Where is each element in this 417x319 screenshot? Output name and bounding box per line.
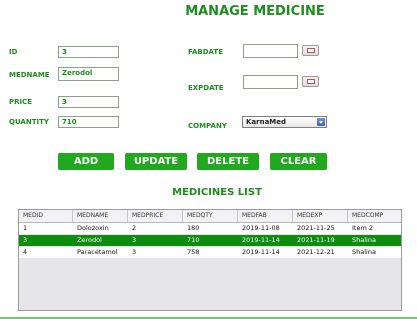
table-cell: Shalina xyxy=(352,248,376,256)
expdate-label: EXPDATE xyxy=(188,84,224,92)
delete-button[interactable]: DELETE xyxy=(197,153,259,170)
table-cell: Shalina xyxy=(352,236,376,244)
table-cell: Paracetamol xyxy=(77,248,118,256)
column-header[interactable]: MEDID xyxy=(19,210,73,222)
calendar-icon xyxy=(307,79,315,84)
price-label: PRICE xyxy=(9,98,33,106)
company-select-value: KarnaMed xyxy=(246,118,287,126)
table-cell: 2021-11-25 xyxy=(297,224,335,232)
fabdate-calendar-button[interactable] xyxy=(302,45,319,56)
table-cell: 2021-11-19 xyxy=(297,236,335,244)
table-cell: 180 xyxy=(187,224,200,232)
table-cell: Zerodol xyxy=(77,236,102,244)
table-cell: 4 xyxy=(23,248,28,256)
column-header[interactable]: MEDCOMP xyxy=(348,210,402,222)
quantity-label: QUANTITY xyxy=(9,118,49,126)
column-header[interactable]: MEDNAME xyxy=(73,210,128,222)
quantity-field[interactable]: 710 xyxy=(58,116,119,128)
table-cell: 3 xyxy=(23,236,28,244)
expdate-calendar-button[interactable] xyxy=(302,76,319,87)
company-label: COMPANY xyxy=(188,122,227,130)
column-header[interactable]: MEDEXP xyxy=(293,210,348,222)
table-cell: 758 xyxy=(187,248,200,256)
expdate-field[interactable] xyxy=(243,75,298,89)
medicines-table[interactable]: MEDID MEDNAME MEDPRICE MEDQTY MEDFAB MED… xyxy=(18,209,402,311)
table-cell: 2019-11-14 xyxy=(242,236,280,244)
table-cell: Dolozoxin xyxy=(77,224,109,232)
table-cell: 2021-12-21 xyxy=(297,248,335,256)
table-row-selected[interactable]: 3 Zerodol 3 710 2019-11-14 2021-11-19 Sh… xyxy=(19,235,401,246)
table-cell: 3 xyxy=(132,236,137,244)
price-field[interactable]: 3 xyxy=(58,96,119,108)
page-title: MANAGE MEDICINE xyxy=(185,4,325,19)
clear-button[interactable]: CLEAR xyxy=(270,153,327,170)
add-button[interactable]: ADD xyxy=(58,153,114,170)
update-button[interactable]: UPDATE xyxy=(125,153,187,170)
id-field[interactable]: 3 xyxy=(58,46,119,58)
table-cell: 3 xyxy=(132,248,137,256)
table-cell: 1 xyxy=(23,224,28,232)
table-row[interactable]: 1 Dolozoxin 2 180 2019-11-08 2021-11-25 … xyxy=(19,223,401,234)
fabdate-label: FABDATE xyxy=(188,48,223,56)
medname-label: MEDNAME xyxy=(9,71,50,79)
table-cell: 2019-11-08 xyxy=(242,224,280,232)
column-header[interactable]: MEDQTY xyxy=(183,210,238,222)
calendar-icon xyxy=(307,48,315,53)
table-cell: 710 xyxy=(187,236,200,244)
chevron-down-icon[interactable] xyxy=(317,118,325,126)
table-cell: 2019-11-14 xyxy=(242,248,280,256)
medname-field[interactable]: Zerodol xyxy=(58,67,119,81)
column-header[interactable]: MEDFAB xyxy=(238,210,293,222)
fabdate-field[interactable] xyxy=(243,44,298,58)
company-select[interactable]: KarnaMed xyxy=(242,116,327,128)
table-header: MEDID MEDNAME MEDPRICE MEDQTY MEDFAB MED… xyxy=(19,210,401,223)
table-row[interactable]: 4 Paracetamol 3 758 2019-11-14 2021-12-2… xyxy=(19,247,401,258)
medicines-list-title: MEDICINES LIST xyxy=(172,187,262,198)
table-cell: 2 xyxy=(132,224,137,232)
table-cell: Item 2 xyxy=(352,224,373,232)
column-header[interactable]: MEDPRICE xyxy=(128,210,183,222)
id-label: ID xyxy=(9,48,18,56)
